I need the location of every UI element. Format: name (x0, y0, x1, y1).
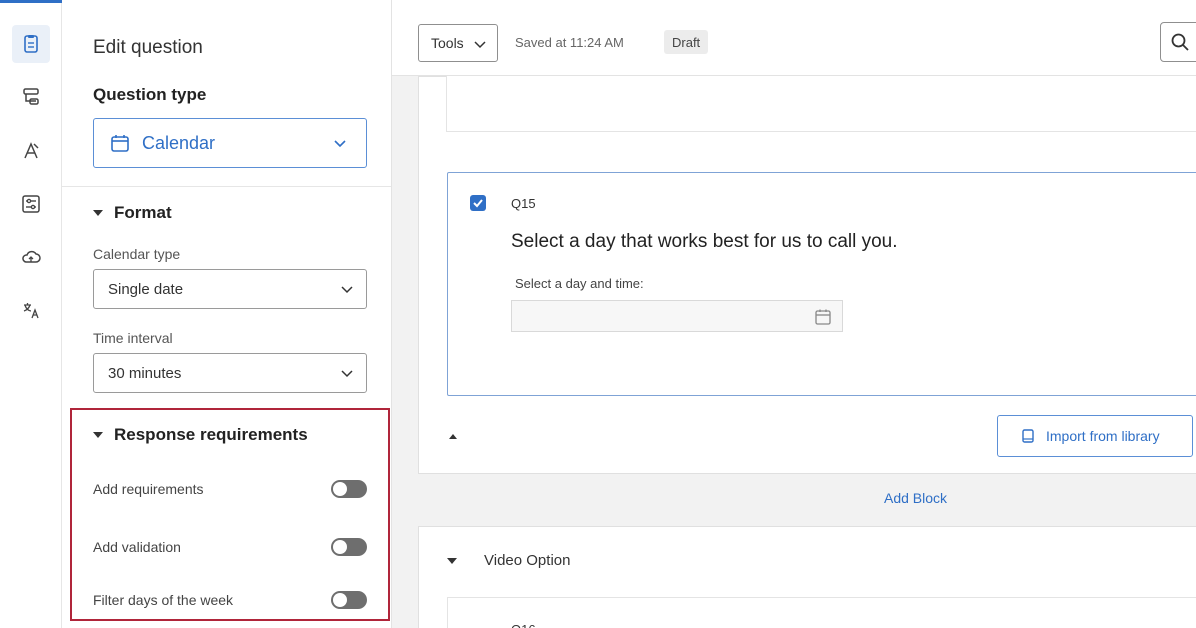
question-type-select[interactable]: Calendar (93, 118, 367, 168)
search-icon (1171, 33, 1189, 51)
question-text[interactable]: Select a day that works best for us to c… (511, 231, 898, 253)
next-question-card[interactable]: Q16 (447, 597, 1196, 628)
time-interval-value: 30 minutes (108, 364, 182, 382)
chevron-down-icon (334, 140, 346, 148)
panel-divider (62, 186, 391, 187)
saved-status: Saved at 11:24 AM (515, 35, 624, 50)
panel-title: Edit question (93, 37, 203, 58)
caret-down-icon (447, 557, 457, 564)
tools-label: Tools (431, 35, 464, 51)
flow-icon[interactable] (12, 78, 50, 116)
translate-icon[interactable] (12, 291, 50, 329)
tools-button[interactable]: Tools (418, 24, 498, 62)
chevron-down-icon (341, 286, 353, 294)
video-option-title: Video Option (484, 552, 571, 569)
draft-badge: Draft (664, 30, 709, 54)
caret-down-icon (93, 210, 103, 216)
import-from-library-button[interactable]: Import from library (997, 415, 1193, 457)
editor-toolbar: Tools Saved at 11:24 AM Draft (392, 0, 1196, 76)
next-question-id: Q16 (511, 622, 536, 628)
calendar-type-select[interactable]: Single date (93, 269, 367, 309)
format-section-toggle[interactable]: Format (93, 203, 172, 223)
cloud-icon[interactable] (12, 238, 50, 276)
question-select-checkbox[interactable] (470, 195, 486, 211)
question-type-value: Calendar (142, 132, 216, 153)
left-nav-rail (0, 0, 94, 628)
options-icon[interactable] (12, 185, 50, 223)
video-option-header[interactable]: Video Option (447, 552, 570, 569)
question-sub-label: Select a day and time: (515, 276, 644, 291)
question-id: Q15 (511, 196, 536, 211)
collapse-block-icon[interactable] (449, 434, 457, 439)
question-type-label: Question type (93, 85, 207, 104)
survey-icon[interactable] (12, 25, 50, 63)
search-button[interactable] (1160, 22, 1196, 62)
calendar-type-value: Single date (108, 280, 184, 298)
previous-question-card[interactable] (446, 76, 1196, 132)
chevron-down-icon (474, 41, 486, 49)
import-label: Import from library (1046, 428, 1160, 444)
calendar-icon (815, 309, 831, 325)
chevron-down-icon (341, 370, 353, 378)
look-and-feel-icon[interactable] (12, 132, 50, 170)
add-block-link[interactable]: Add Block (884, 490, 947, 506)
survey-editor: Tools Saved at 11:24 AM Draft Q15 Select… (392, 0, 1196, 628)
date-time-input[interactable] (511, 300, 843, 332)
response-requirements-highlight (70, 408, 390, 621)
calendar-type-label: Calendar type (93, 246, 181, 262)
format-heading: Format (114, 203, 172, 222)
checkmark-icon (473, 199, 483, 208)
question-card[interactable]: Q15 Select a day that works best for us … (447, 172, 1196, 396)
time-interval-select[interactable]: 30 minutes (93, 353, 367, 393)
library-icon (1022, 429, 1034, 443)
time-interval-label: Time interval (93, 330, 173, 346)
calendar-icon (111, 135, 129, 152)
